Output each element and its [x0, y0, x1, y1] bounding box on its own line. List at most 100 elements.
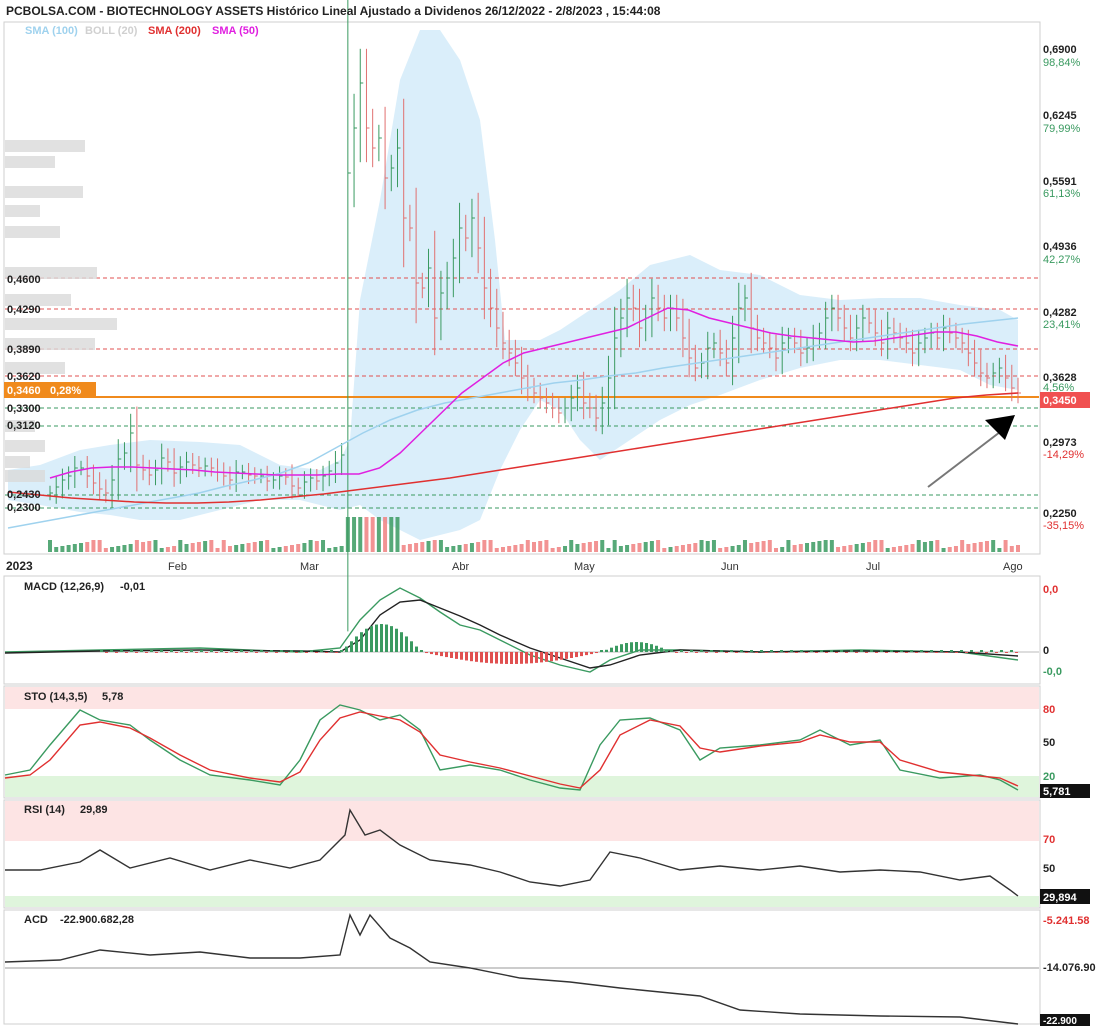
- volume-bar: [420, 542, 425, 552]
- volume-bar: [476, 542, 481, 552]
- macd-histogram-bar: [635, 642, 638, 652]
- volume-bar: [333, 547, 338, 552]
- macd-histogram-bar: [970, 650, 973, 652]
- legend-sma200: SMA (200): [148, 25, 201, 37]
- macd-histogram-bar: [685, 652, 688, 653]
- rsi-value: 29,89: [80, 804, 108, 816]
- volume-bar: [265, 540, 270, 552]
- legend-sma50: SMA (50): [212, 25, 259, 37]
- volume-bar: [488, 540, 493, 552]
- macd-histogram-bar: [570, 652, 573, 658]
- volume-bar: [128, 544, 133, 552]
- macd-value: -0,01: [120, 581, 145, 593]
- macd-histogram-bar: [495, 652, 498, 664]
- volume-profile-bar-4: [5, 226, 60, 238]
- macd-histogram-bar: [560, 652, 563, 660]
- volume-bar: [1009, 546, 1014, 552]
- volume-bar: [147, 541, 152, 552]
- volume-bar: [159, 548, 164, 552]
- acd-right-0: -5.241.58: [1043, 915, 1089, 927]
- volume-bar: [165, 547, 170, 552]
- macd-histogram-bar: [230, 650, 233, 652]
- volume-bar: [761, 541, 766, 552]
- macd-histogram-bar: [880, 650, 883, 652]
- volume-bar: [352, 517, 357, 552]
- level-label-6: 0,2430: [7, 489, 41, 501]
- rsi-overbought-band: [5, 801, 1039, 841]
- macd-histogram-bar: [810, 650, 813, 652]
- macd-histogram-bar: [530, 652, 533, 664]
- macd-histogram-bar: [995, 652, 998, 653]
- macd-histogram-bar: [950, 650, 953, 652]
- macd-histogram-bar: [865, 652, 868, 653]
- left-price-change: 0,28%: [50, 385, 81, 397]
- x-label-may: May: [574, 561, 595, 573]
- volume-bar: [606, 548, 611, 552]
- volume-bar: [532, 542, 536, 552]
- macd-histogram-bar: [100, 650, 103, 652]
- macd-histogram-bar: [260, 650, 263, 652]
- volume-bar: [612, 540, 617, 552]
- volume-bar: [836, 547, 841, 552]
- level-label-5: 0,3120: [7, 420, 41, 432]
- volume-bar: [494, 548, 499, 552]
- macd-histogram-bar: [910, 650, 913, 652]
- volume-bar: [469, 543, 474, 552]
- volume-bar: [500, 547, 505, 552]
- macd-histogram-bar: [500, 652, 503, 664]
- volume-bar: [885, 548, 890, 552]
- volume-bar: [742, 540, 747, 552]
- macd-histogram-bar: [490, 652, 493, 664]
- volume-bar: [321, 540, 326, 552]
- volume-bar: [668, 547, 673, 552]
- volume-bar: [736, 545, 741, 552]
- macd-histogram-bar: [185, 652, 188, 653]
- volume-bar: [451, 546, 456, 552]
- macd-histogram-bar: [180, 650, 183, 652]
- macd-histogram-bar: [565, 652, 568, 659]
- volume-bar: [687, 544, 692, 552]
- macd-histogram-bar: [715, 652, 718, 653]
- macd-histogram-bar: [105, 652, 108, 653]
- volume-bar: [178, 540, 183, 552]
- volume-bar: [48, 540, 52, 552]
- volume-bar: [240, 544, 245, 552]
- macd-histogram-bar: [755, 652, 758, 653]
- volume-bar: [867, 542, 872, 552]
- volume-bar: [953, 546, 958, 552]
- volume-bar: [829, 540, 834, 552]
- sto-right-1: 50: [1043, 737, 1055, 749]
- macd-histogram-bar: [595, 652, 598, 654]
- volume-bar: [141, 542, 146, 552]
- volume-bar: [426, 541, 431, 552]
- macd-histogram-bar: [1000, 650, 1003, 652]
- macd-histogram-bar: [840, 650, 843, 652]
- macd-histogram-bar: [805, 652, 808, 653]
- volume-bar: [221, 540, 226, 552]
- macd-histogram-bar: [240, 650, 243, 652]
- macd-histogram-bar: [170, 650, 173, 652]
- macd-histogram-bar: [200, 650, 203, 652]
- volume-bar: [780, 547, 785, 552]
- macd-histogram-bar: [355, 636, 358, 652]
- volume-bar: [984, 541, 989, 552]
- macd-histogram-bar: [155, 652, 158, 653]
- volume-bar: [910, 544, 915, 552]
- sto-last-value: 5,781: [1043, 786, 1071, 798]
- macd-histogram-bar: [195, 652, 198, 653]
- macd-histogram-bar: [615, 645, 618, 652]
- volume-bar: [513, 545, 518, 552]
- macd-histogram-bar: [640, 642, 643, 652]
- volume-bar: [122, 545, 127, 552]
- macd-histogram-bar: [610, 647, 613, 652]
- macd-histogram-bar: [430, 652, 433, 655]
- volume-bar: [823, 540, 828, 552]
- macd-histogram-bar: [660, 647, 663, 652]
- volume-bar: [215, 548, 220, 552]
- x-label-abr: Abr: [452, 561, 469, 573]
- macd-histogram-bar: [525, 652, 528, 664]
- macd-histogram-bar: [585, 652, 588, 656]
- macd-histogram-bar: [915, 652, 918, 653]
- macd-histogram-bar: [125, 652, 128, 653]
- acd-value: -22.900.682,28: [60, 914, 134, 926]
